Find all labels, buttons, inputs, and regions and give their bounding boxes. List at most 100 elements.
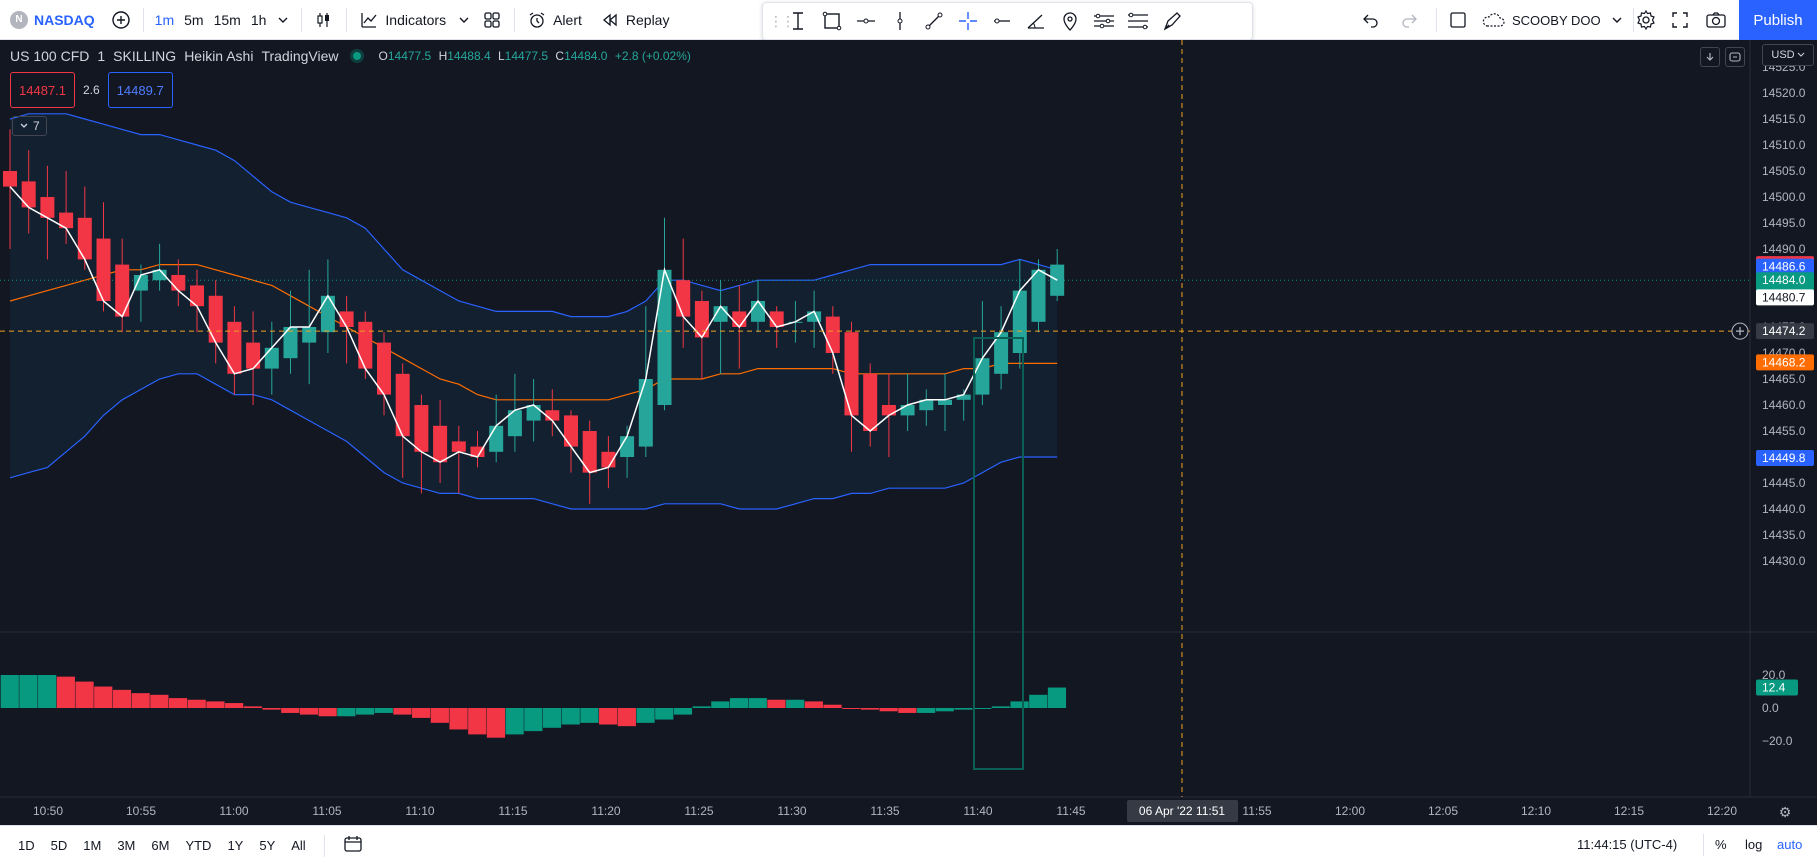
legend-symbol[interactable]: US 100 CFD [10, 48, 89, 64]
legend-open: 14477.5 [387, 49, 432, 63]
percent-scale-toggle[interactable]: % [1715, 837, 1727, 852]
time-axis-tick: 11:40 [963, 804, 992, 818]
horizontal-ray-icon [857, 18, 875, 24]
snapshot-button[interactable] [1699, 5, 1733, 35]
compare-symbol-button[interactable] [105, 5, 137, 35]
replay-label: Replay [625, 11, 670, 28]
series-legend[interactable]: US 100 CFD 1 SKILLING Heikin Ashi Tradin… [10, 48, 691, 64]
indicator-collapse-button[interactable]: 7 [12, 116, 47, 136]
range-3m[interactable]: 3M [109, 838, 143, 853]
legend-change: +2.8 (+0.02%) [614, 49, 691, 63]
auto-scale-toggle[interactable]: auto [1777, 837, 1802, 852]
interval-group: 1m 5m 15m 1h [150, 0, 296, 40]
interval-5m[interactable]: 5m [179, 5, 208, 35]
price-axis-tick: 14435.0 [1762, 528, 1806, 542]
range-5y[interactable]: 5Y [251, 838, 283, 853]
oscillator-bar [599, 708, 618, 725]
range-6m[interactable]: 6M [143, 838, 177, 853]
symbol-name[interactable]: NASDAQ [34, 12, 95, 28]
chart-canvas[interactable]: 14525.014520.014515.014510.014505.014500… [0, 40, 1817, 825]
tool-trend-angle[interactable] [1019, 6, 1053, 36]
text-cursor-icon [793, 12, 803, 30]
tool-horizontal-line[interactable] [985, 6, 1019, 36]
tool-rectangle[interactable] [815, 6, 849, 36]
publish-button[interactable]: Publish [1739, 0, 1817, 40]
drag-handle-icon[interactable]: ⋮⋮ [769, 13, 795, 30]
range-5d[interactable]: 5D [43, 838, 76, 853]
candle-body [115, 264, 130, 317]
layout-select-button[interactable] [1442, 5, 1474, 35]
range-1d[interactable]: 1D [10, 838, 43, 853]
square-layout-icon [1450, 12, 1466, 28]
bb-upper-value[interactable]: 14487.1 [10, 72, 75, 108]
fullscreen-button[interactable] [1664, 5, 1696, 35]
tool-brush[interactable] [1155, 6, 1189, 36]
tool-trend-line[interactable] [917, 6, 951, 36]
tool-vertical-line[interactable] [883, 6, 917, 36]
go-to-date-button[interactable] [335, 835, 371, 856]
chart-settings-gear-icon[interactable]: ⚙ [1779, 805, 1792, 821]
bb-lower-value[interactable]: 14489.7 [107, 72, 173, 108]
tool-regression[interactable] [1121, 6, 1155, 36]
indicators-button[interactable]: Indicators [353, 5, 476, 35]
legend-interval: 1 [97, 48, 106, 64]
tool-parallel-channel[interactable] [1087, 6, 1121, 36]
tool-horizontal-ray[interactable] [849, 6, 883, 36]
candle-body [208, 295, 223, 343]
templates-button[interactable] [476, 5, 508, 35]
oscillator-bar [935, 708, 954, 712]
date-range-group: 1D 5D 1M 3M 6M YTD 1Y 5Y All [0, 834, 371, 857]
oscillator-bar [673, 708, 693, 715]
interval-1h[interactable]: 1h [246, 5, 272, 35]
tool-crosshair[interactable] [951, 6, 985, 36]
range-1y[interactable]: 1Y [219, 838, 251, 853]
toolbar-divider [1703, 834, 1704, 856]
candle-body [825, 316, 840, 353]
tool-price-pin[interactable] [1053, 6, 1087, 36]
camera-icon [1706, 12, 1726, 28]
alert-button[interactable]: Alert [521, 5, 588, 35]
chart-type-button[interactable] [308, 5, 340, 35]
candle-body [676, 280, 691, 317]
chart-area[interactable]: 14525.0 14520.0 14515.0 14510.0 14505.0 14500… [0, 40, 1817, 825]
oscillator-bar [281, 708, 300, 713]
timezone-clock[interactable]: 11:44:15 (UTC-4) [1577, 837, 1677, 852]
oscillator-bar [337, 708, 356, 717]
time-axis-tick: 12:20 [1707, 804, 1737, 818]
price-axis-tick: 14445.0 [1762, 476, 1806, 490]
oscillator-bar [19, 675, 38, 708]
scroll-to-latest-button[interactable] [1700, 47, 1720, 67]
undo-button[interactable] [1355, 5, 1387, 35]
horizontal-line-icon [994, 18, 1010, 24]
calendar-icon [344, 836, 362, 852]
candle-body [900, 405, 915, 416]
oscillator-bar [412, 708, 431, 718]
price-axis-tick: 14500.0 [1762, 190, 1806, 204]
oscillator-bar [131, 693, 150, 708]
time-axis-tick: 12:00 [1335, 804, 1365, 818]
candle-body [21, 181, 36, 208]
range-all[interactable]: All [283, 838, 313, 853]
tool-text-cursor[interactable] [781, 6, 815, 36]
oscillator-bar [842, 708, 861, 709]
range-ytd[interactable]: YTD [177, 838, 219, 853]
time-axis-tick: 10:55 [126, 804, 156, 818]
settings-button[interactable] [1629, 5, 1663, 35]
symbol-search[interactable]: N NASDAQ [0, 0, 95, 40]
fullscreen-icon [1672, 12, 1688, 28]
range-1m[interactable]: 1M [75, 838, 109, 853]
log-scale-toggle[interactable]: log [1745, 837, 1762, 852]
oscillator-bar [879, 708, 898, 712]
layout-name-button[interactable]: SCOOBY DOO [1474, 5, 1629, 35]
interval-15m[interactable]: 15m [209, 5, 246, 35]
oscillator-bar [729, 698, 749, 708]
replay-button[interactable]: Replay [594, 5, 676, 35]
maximize-pane-button[interactable] [1725, 47, 1745, 67]
interval-1m[interactable]: 1m [150, 5, 179, 35]
interval-dropdown-button[interactable] [271, 5, 295, 35]
oscillator-bar [468, 708, 487, 735]
currency-button[interactable]: USD [1762, 44, 1814, 66]
redo-button[interactable] [1393, 5, 1425, 35]
bollinger-legend[interactable]: 14487.1 2.6 14489.7 [10, 72, 173, 108]
oscillator-bar [767, 699, 786, 708]
